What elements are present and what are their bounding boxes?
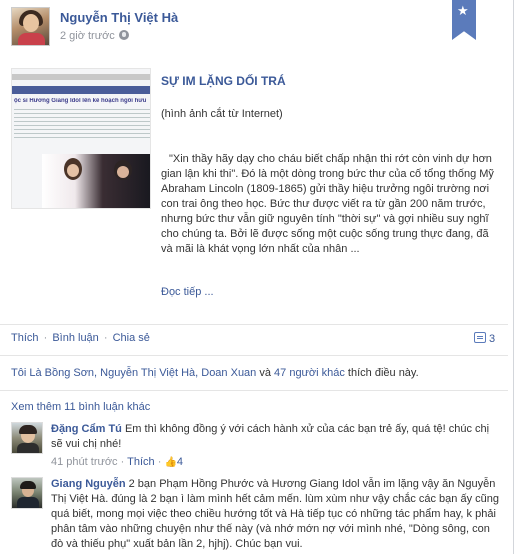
commenter-avatar[interactable] xyxy=(11,477,43,509)
thumbnail-top-bar xyxy=(12,74,150,80)
likes-suffix: thích điều này. xyxy=(344,367,419,379)
star-icon: ★ xyxy=(457,3,469,18)
commenter-name[interactable]: Đặng Cẩm Tú xyxy=(51,423,122,435)
read-more-link[interactable]: Đọc tiếp ... xyxy=(161,286,214,298)
share-link[interactable]: Chia sẻ xyxy=(113,332,150,344)
like-link[interactable]: Thích xyxy=(11,332,39,344)
divider xyxy=(0,355,508,356)
article-excerpt: "Xin thầy hãy dạy cho cháu biết chấp nhậ… xyxy=(161,153,494,255)
comment-body: Giang Nguyễn 2 bạn Phạm Hồng Phước và Hư… xyxy=(51,477,501,552)
divider xyxy=(0,324,508,325)
comment-icon xyxy=(474,332,486,343)
author-name-link[interactable]: Nguyễn Thị Việt Hà xyxy=(60,10,178,25)
comment-like-count[interactable]: 4 xyxy=(177,456,183,468)
globe-icon[interactable] xyxy=(118,30,129,40)
divider xyxy=(0,390,508,391)
likers-names[interactable]: Tôi Là Bồng Sơn, Nguyễn Thị Việt Hà, Doa… xyxy=(11,367,256,379)
article-caption: (hình ảnh cắt từ Internet) xyxy=(161,108,283,120)
likes-summary: Tôi Là Bồng Sơn, Nguyễn Thị Việt Hà, Doa… xyxy=(11,367,419,379)
comment-like-link[interactable]: Thích xyxy=(127,456,155,468)
thumbnail-photo xyxy=(42,154,150,208)
author-avatar[interactable] xyxy=(11,7,50,46)
likes-connector: và xyxy=(256,367,275,379)
commenter-name[interactable]: Giang Nguyễn xyxy=(51,478,126,490)
comment-count-value: 3 xyxy=(489,333,496,345)
action-separator: · xyxy=(103,332,108,344)
comment-body: Đặng Cẩm Tú Em thì không đồng ý với cách… xyxy=(51,422,501,470)
action-separator: · xyxy=(43,332,48,344)
thumbs-up-icon: 👍 xyxy=(164,457,177,468)
article-title-link[interactable]: SỰ IM LẶNG DỐI TRÁ xyxy=(161,74,286,88)
post-time-text[interactable]: 2 giờ trước xyxy=(60,30,115,42)
post-actions: Thích · Bình luận · Chia sẻ xyxy=(11,332,150,344)
facebook-post: Nguyễn Thị Việt Hà 2 giờ trước ★ ộc sĩ H… xyxy=(0,0,514,554)
thumbnail-headline: ộc sĩ Hương Giang Idol lên kế hoạch ngôi… xyxy=(14,98,147,104)
comment-count[interactable]: 3 xyxy=(474,331,495,345)
commenter-avatar[interactable] xyxy=(11,422,43,454)
post-timestamp: 2 giờ trước xyxy=(60,29,129,42)
comment-meta: 41 phút trước · Thích · 👍4 xyxy=(51,456,184,468)
thumbnail-nav-bar xyxy=(12,86,150,94)
article-thumbnail[interactable]: ộc sĩ Hương Giang Idol lên kế hoạch ngôi… xyxy=(11,68,151,209)
likes-others-link[interactable]: 47 người khác xyxy=(274,367,345,379)
thumbnail-text-lines xyxy=(14,109,150,139)
bookmark-ribbon[interactable]: ★ xyxy=(452,0,476,40)
comment-link[interactable]: Bình luận xyxy=(52,332,98,344)
comment-time[interactable]: 41 phút trước xyxy=(51,456,118,468)
view-more-comments-link[interactable]: Xem thêm 11 bình luận khác xyxy=(11,401,150,413)
